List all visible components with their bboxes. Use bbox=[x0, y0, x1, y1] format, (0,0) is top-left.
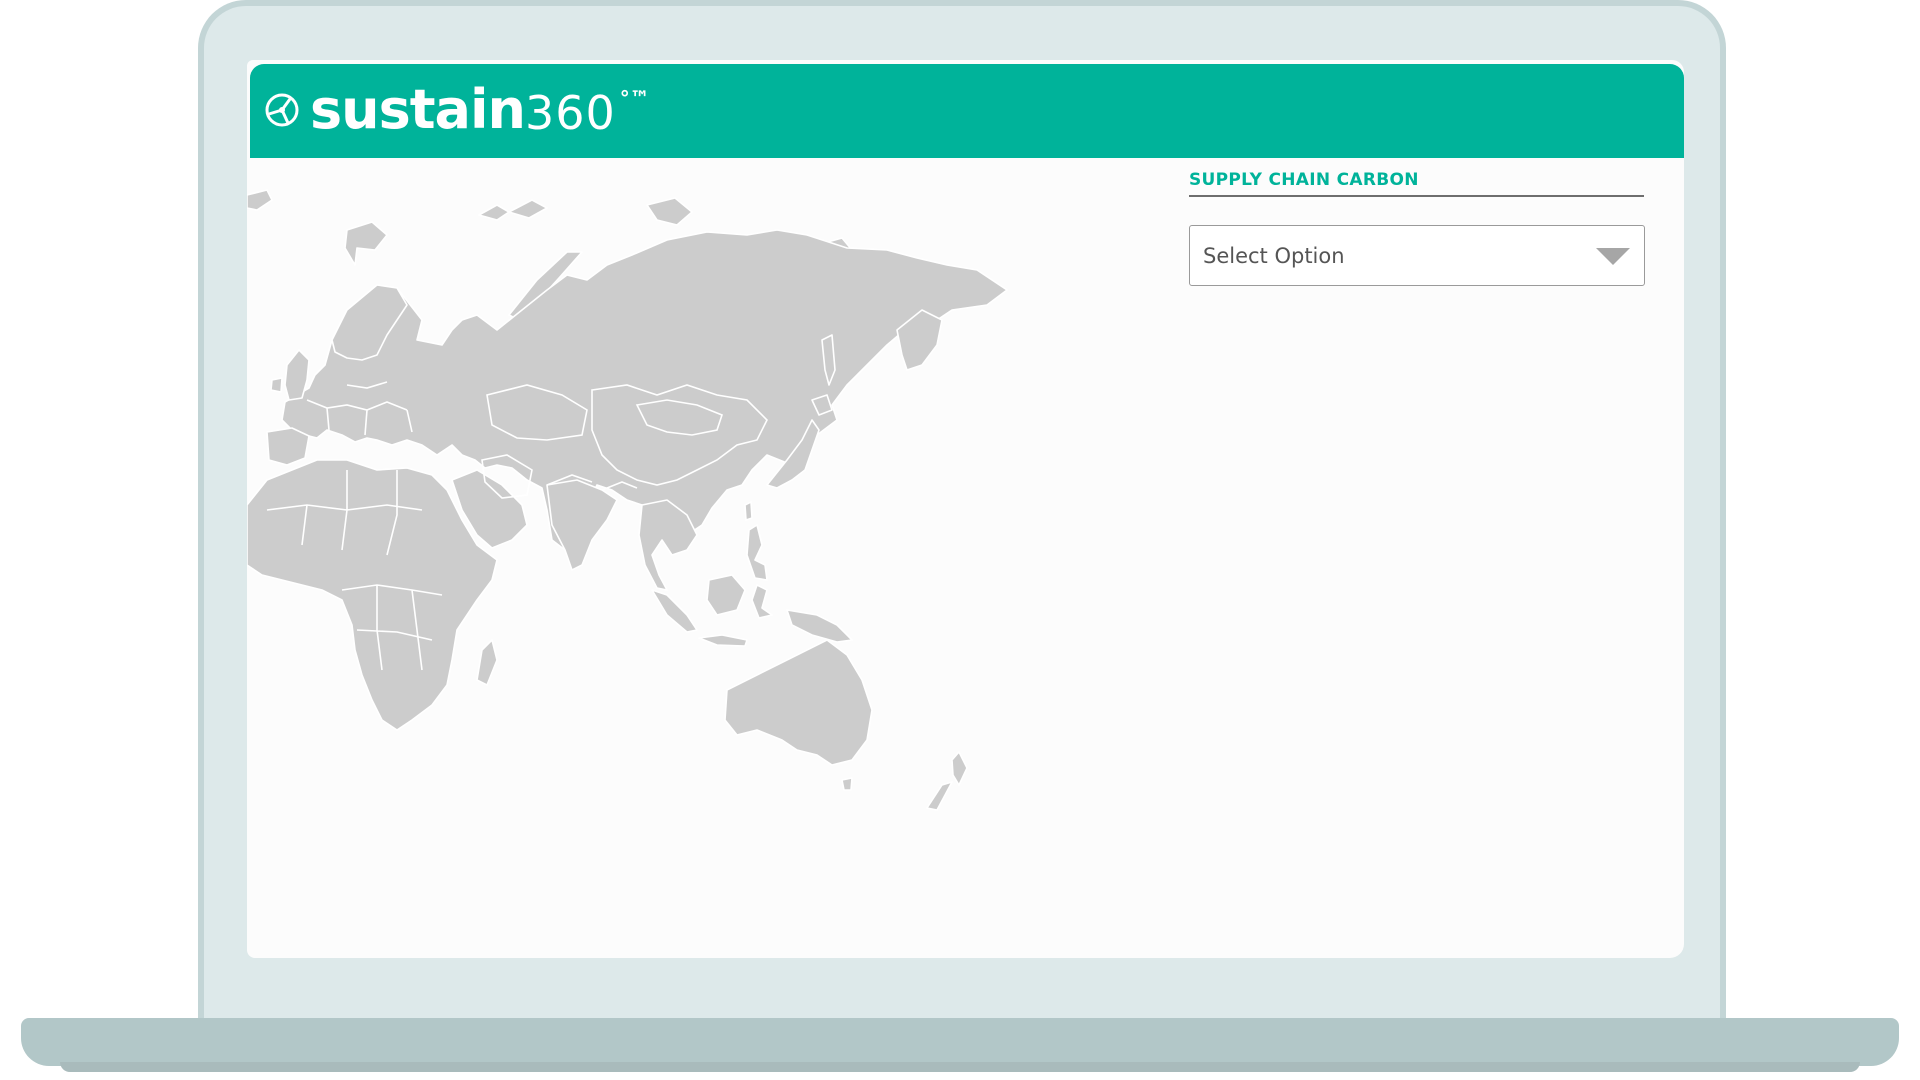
map-island-philippines[interactable] bbox=[746, 524, 768, 581]
world-map[interactable] bbox=[247, 170, 1207, 945]
panel-title: SUPPLY CHAIN CARBON bbox=[1189, 170, 1644, 197]
map-island-svalbard[interactable] bbox=[344, 221, 388, 266]
app-header: sustain 360 °™ bbox=[250, 64, 1684, 158]
map-island-sulawesi[interactable] bbox=[751, 584, 773, 619]
map-island-severnaya[interactable] bbox=[646, 197, 693, 226]
map-island-arctic[interactable] bbox=[478, 199, 548, 221]
app-screen: sustain 360 °™ SUPPLY CHAIN CARBON Selec… bbox=[247, 60, 1684, 958]
supply-chain-select[interactable]: Select Option bbox=[1189, 225, 1645, 286]
laptop-base-shadow bbox=[60, 1062, 1860, 1072]
map-island-tasmania[interactable] bbox=[841, 777, 853, 791]
brand-number: 360 bbox=[524, 86, 616, 140]
map-region-iberia[interactable] bbox=[266, 427, 310, 466]
chevron-down-icon[interactable] bbox=[1596, 248, 1630, 265]
laptop-mockup: sustain 360 °™ SUPPLY CHAIN CARBON Selec… bbox=[0, 0, 1920, 1080]
globe-propeller-icon bbox=[265, 93, 299, 127]
map-island-new-zealand[interactable] bbox=[926, 751, 968, 811]
brand-word: sustain bbox=[310, 78, 526, 141]
select-value: Select Option bbox=[1203, 244, 1345, 268]
map-island-iceland[interactable] bbox=[247, 189, 273, 211]
brand-logo[interactable]: sustain 360 °™ bbox=[264, 82, 650, 138]
map-island-taiwan[interactable] bbox=[744, 501, 753, 521]
map-island-papua[interactable] bbox=[786, 609, 853, 643]
brand-trademark: °™ bbox=[619, 86, 650, 110]
map-region-britain[interactable] bbox=[270, 349, 310, 401]
map-island-madagascar[interactable] bbox=[476, 639, 498, 686]
map-island-borneo[interactable] bbox=[706, 574, 746, 616]
map-island-java[interactable] bbox=[698, 634, 748, 647]
map-region-australia[interactable] bbox=[724, 639, 873, 766]
map-region-india[interactable] bbox=[546, 479, 618, 571]
map-island-sumatra[interactable] bbox=[651, 589, 698, 633]
laptop-base bbox=[21, 1018, 1899, 1066]
